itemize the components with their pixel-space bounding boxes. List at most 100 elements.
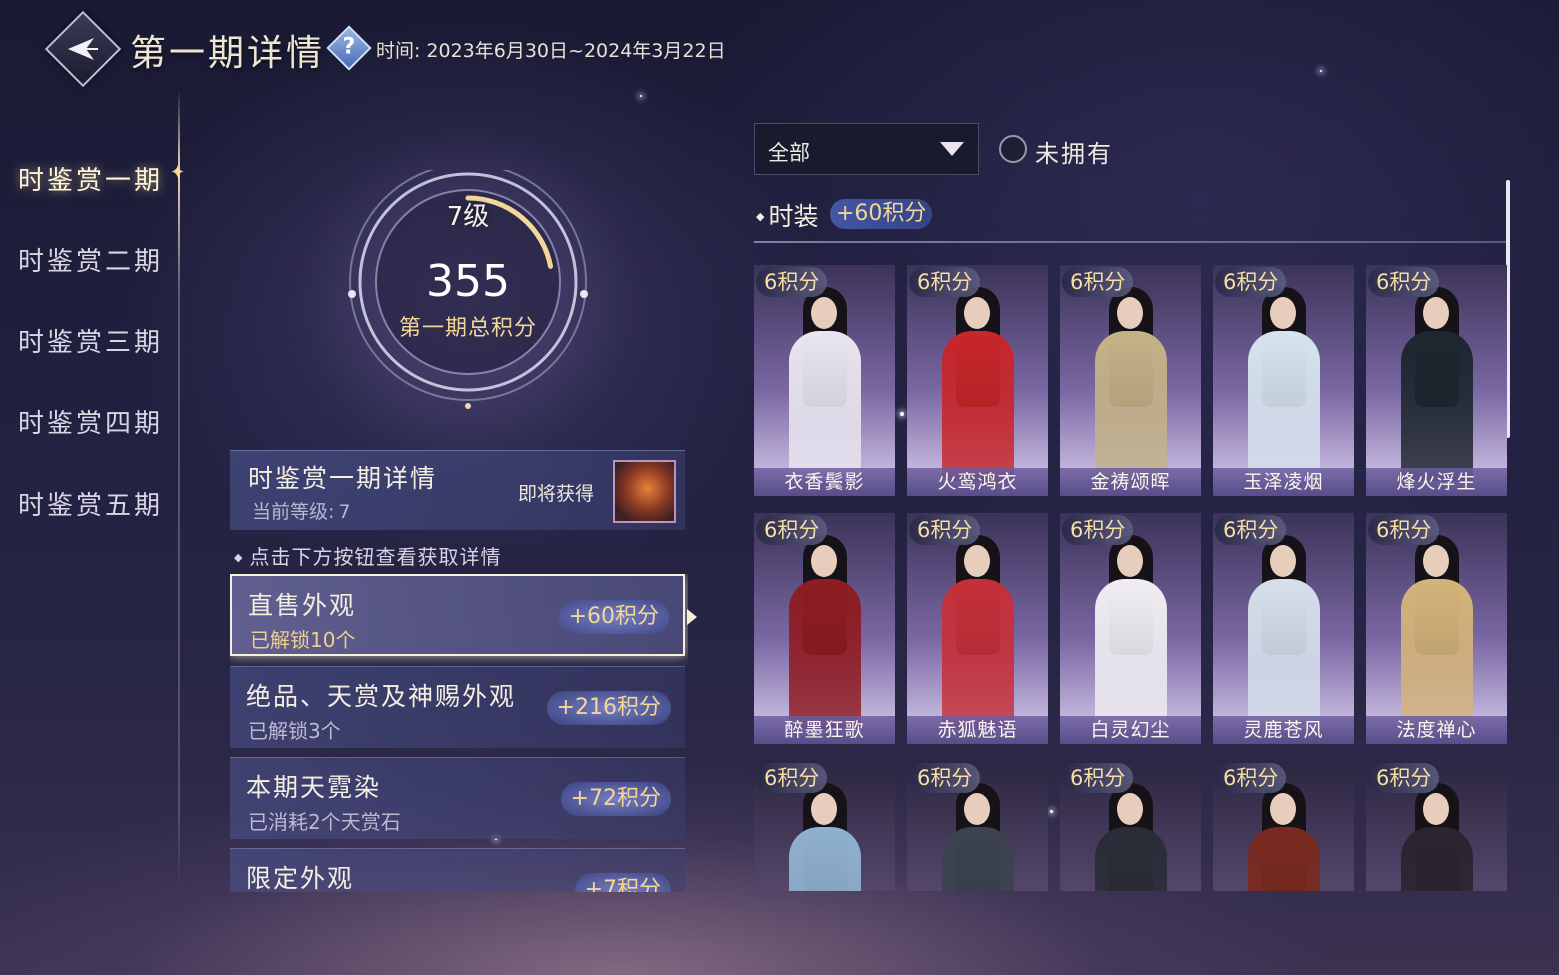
outfit-card[interactable]: 6积分 (1366, 761, 1507, 891)
figure-outfit (1401, 579, 1473, 729)
category-points: +60积分 (558, 600, 669, 634)
category-subtitle: 已消耗2个天赏石 (248, 810, 401, 834)
category-direct-sale[interactable]: 直售外观 已解锁10个 +60积分 (230, 574, 685, 656)
category-dye[interactable]: 本期天霓染 已消耗2个天赏石 +72积分 (230, 757, 685, 839)
sidebar-item-label: 时鉴赏一期 (18, 166, 164, 196)
active-indicator-icon: ✦ (170, 162, 186, 183)
sidebar-item-period-2[interactable]: 时鉴赏二期 (18, 241, 163, 278)
total-score: 355 (426, 256, 510, 307)
category-title: 直售外观 (248, 591, 357, 620)
figure-head (1117, 545, 1143, 577)
outfit-points-badge: 6积分 (756, 763, 828, 793)
sparkle (640, 95, 642, 97)
back-button[interactable] (44, 10, 122, 88)
current-level-label: 当前等级: (252, 501, 335, 523)
category-title: 绝品、天赏及神赐外观 (246, 682, 517, 711)
figure-head (811, 297, 837, 329)
outfit-points-badge: 6积分 (909, 763, 981, 793)
sidebar-item-period-1[interactable]: 时鉴赏一期 (18, 160, 163, 197)
outfit-points-badge: 6积分 (909, 515, 981, 545)
section-points: +60积分 (830, 199, 933, 229)
figure-head (1270, 545, 1296, 577)
outfit-points-badge: 6积分 (1215, 763, 1287, 793)
score-caption: 第一期总积分 (398, 316, 537, 341)
outfit-points-badge: 6积分 (1215, 267, 1287, 297)
figure-outfit (1095, 579, 1167, 729)
outfit-points-badge: 6积分 (1062, 515, 1134, 545)
filter-selected-value: 全部 (768, 141, 810, 165)
category-limited[interactable]: 限定外观 +7积分 (230, 848, 685, 892)
outfit-card[interactable]: 6积分 衣香鬓影 (754, 265, 895, 496)
figure-head (964, 545, 990, 577)
outfit-card[interactable]: 6积分 火鸾鸿衣 (907, 265, 1048, 496)
outfit-figure (1095, 783, 1167, 891)
level-label: 7级 (446, 202, 490, 232)
outfit-name: 火鸾鸿衣 (907, 468, 1048, 496)
outfit-figure (1248, 783, 1320, 891)
outfit-points-badge: 6积分 (756, 515, 828, 545)
coming-soon-label: 即将获得 (518, 483, 595, 505)
outfit-card[interactable]: 6积分 (754, 761, 895, 891)
next-reward-thumbnail[interactable] (613, 460, 676, 523)
outfit-card[interactable]: 6积分玉泽凌烟 (1213, 265, 1354, 496)
sidebar-item-period-4[interactable]: 时鉴赏四期 (18, 403, 163, 440)
outfit-name: 玉泽凌烟 (1213, 468, 1354, 496)
sparkle (1320, 70, 1322, 72)
outfit-figure (1095, 535, 1167, 729)
outfit-card[interactable]: 6积分 醉墨狂歌 (754, 513, 895, 744)
current-level: 当前等级: 7 (248, 497, 351, 524)
outfit-figure (942, 783, 1014, 891)
figure-head (811, 545, 837, 577)
help-icon[interactable]: ? (326, 25, 372, 71)
outfit-card[interactable]: 6积分 (1213, 761, 1354, 891)
figure-outfit (1401, 827, 1473, 891)
outfit-points-badge: 6积分 (1368, 515, 1440, 545)
outfit-figure (1401, 287, 1473, 481)
outfit-card[interactable]: 6积分 灵鹿苍风 (1213, 513, 1354, 744)
outfit-card[interactable]: 6积分 烽火浮生 (1366, 265, 1507, 496)
outfit-figure (1095, 287, 1167, 481)
outfit-card[interactable]: 6积分 (1060, 761, 1201, 891)
figure-outfit (789, 827, 861, 891)
figure-head (964, 793, 990, 825)
outfit-figure (942, 535, 1014, 729)
time-label: 时间: (376, 40, 421, 62)
outfit-card[interactable]: 6积分 法度禅心 (1366, 513, 1507, 744)
outfit-points-badge: 6积分 (1062, 763, 1134, 793)
sidebar-divider (178, 90, 180, 890)
figure-head (1423, 297, 1449, 329)
category-points: +7积分 (574, 873, 671, 892)
outfit-card[interactable]: 6积分白灵幻尘 (1060, 513, 1201, 744)
figure-outfit (789, 331, 861, 481)
outfit-points-badge: 6积分 (1062, 267, 1134, 297)
figure-outfit (942, 331, 1014, 481)
figure-outfit (1095, 827, 1167, 891)
period-time: 时间: 2023年6月30日~2024年3月22日 (376, 36, 726, 63)
outfit-card[interactable]: 6积分 赤狐魅语 (907, 513, 1048, 744)
help-icon-symbol: ? (342, 34, 356, 60)
filter-dropdown[interactable]: 全部 (754, 123, 979, 175)
outfit-name: 金祷颂晖 (1060, 468, 1201, 496)
figure-head (811, 793, 837, 825)
period-detail-card[interactable]: 时鉴赏一期详情 当前等级: 7 即将获得 (230, 450, 685, 530)
figure-head (1423, 545, 1449, 577)
figure-head (1270, 297, 1296, 329)
diamond-bullet-icon: ◆ (756, 210, 765, 223)
sidebar-item-period-3[interactable]: 时鉴赏三期 (18, 322, 163, 359)
sidebar-item-period-5[interactable]: 时鉴赏五期 (18, 485, 163, 522)
figure-head (1270, 793, 1296, 825)
category-premium[interactable]: 绝品、天赏及神赐外观 已解锁3个 +216积分 (230, 666, 685, 748)
not-owned-radio[interactable] (999, 135, 1027, 163)
figure-outfit (789, 579, 861, 729)
figure-head (1423, 793, 1449, 825)
chevron-down-icon (940, 142, 964, 156)
outfit-card[interactable]: 6积分 (907, 761, 1048, 891)
not-owned-label[interactable]: 未拥有 (1035, 134, 1113, 169)
outfit-name: 衣香鬓影 (754, 468, 895, 496)
sidebar-item-label: 时鉴赏四期 (18, 409, 164, 439)
outfit-grid: 6积分 衣香鬓影 6积分 火鸾鸿衣 6积分 金祷颂晖 6积分 玉泽凌烟 6积分 烽火浮生 6积分 醉墨… (754, 265, 1512, 891)
section-title-text: 时装 (768, 202, 819, 231)
outfit-card[interactable]: 6积分金祷颂晖 (1060, 265, 1201, 496)
score-ring: 7级 355 第一期总积分 (268, 130, 668, 470)
outfit-name: 白灵幻尘 (1060, 716, 1201, 744)
